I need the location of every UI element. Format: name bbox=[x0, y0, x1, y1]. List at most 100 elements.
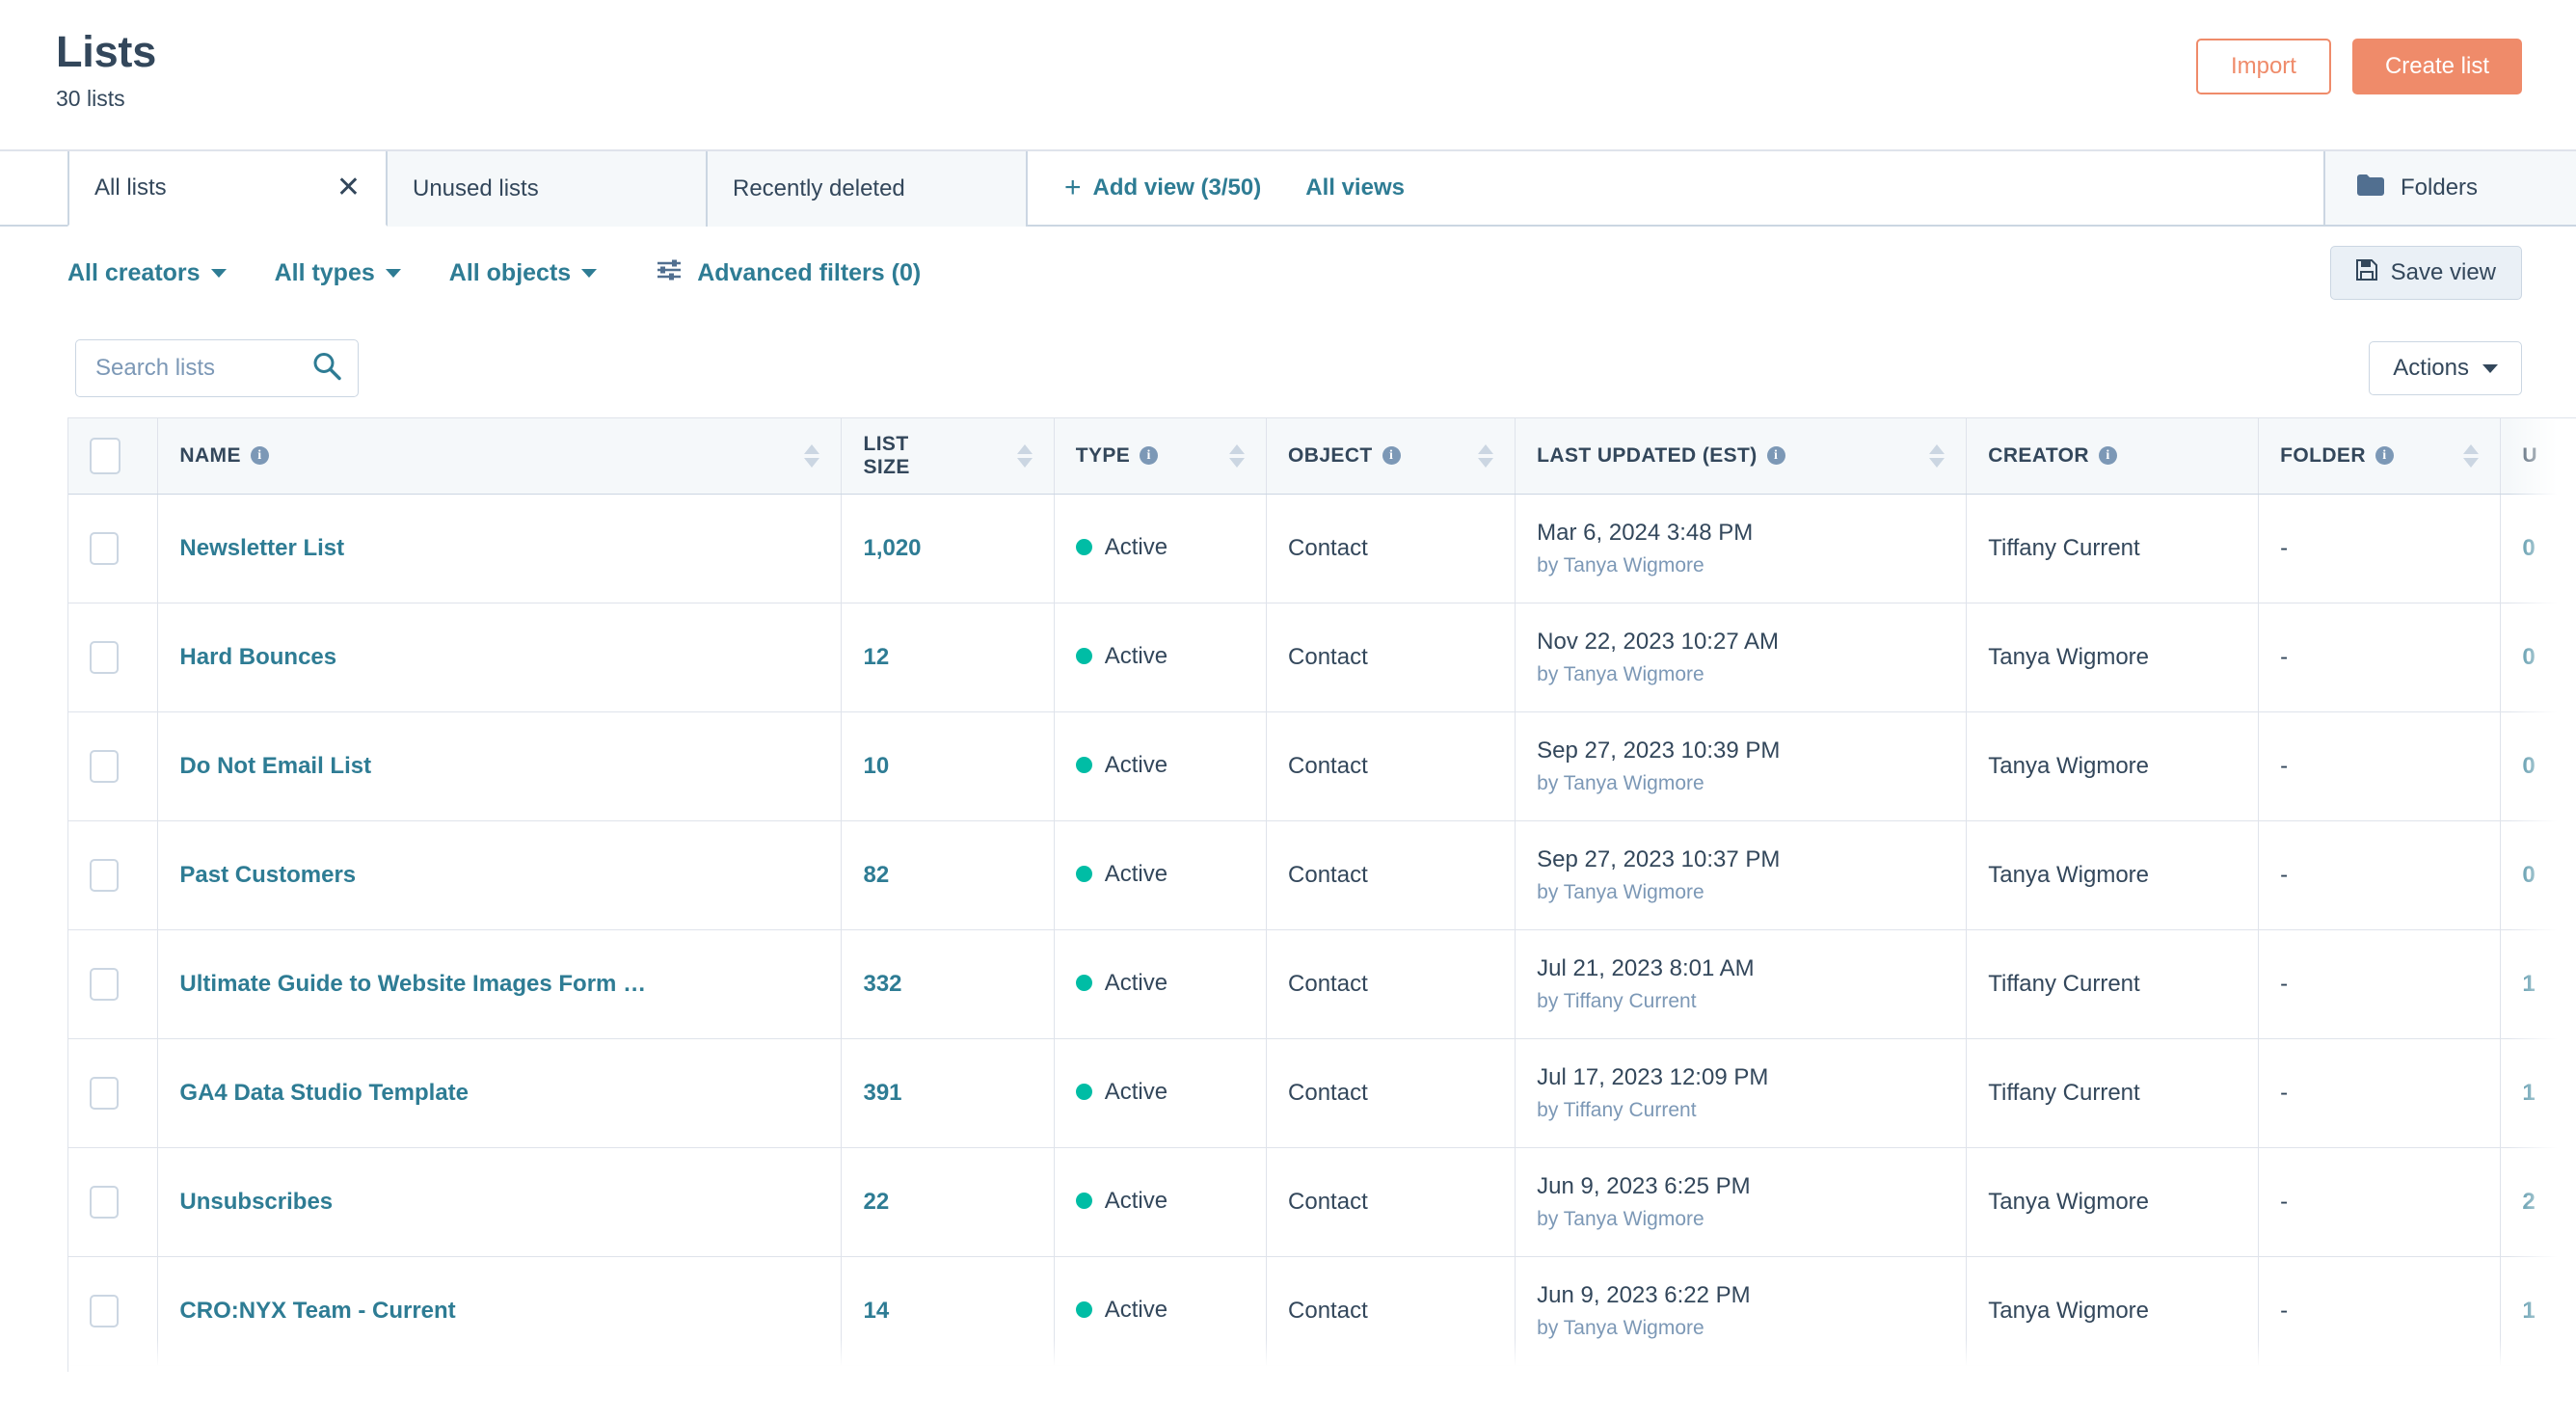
column-header-used-in[interactable]: U bbox=[2501, 418, 2576, 494]
info-icon[interactable]: i bbox=[2375, 446, 2394, 465]
row-checkbox[interactable] bbox=[90, 1295, 119, 1327]
used-in-value[interactable]: 0 bbox=[2522, 862, 2535, 888]
table-row[interactable]: Ultimate Guide to Website Images Form … … bbox=[68, 929, 2576, 1038]
list-size-link[interactable]: 1,020 bbox=[863, 535, 921, 561]
tab-unused-lists[interactable]: Unused lists bbox=[388, 151, 708, 227]
cell-object: Contact bbox=[1267, 1147, 1516, 1256]
filter-all-types[interactable]: All types bbox=[275, 259, 401, 287]
table-row[interactable]: Past Customers 82 Active Contact Sep 27,… bbox=[68, 820, 2576, 929]
cell-used-in: 2 bbox=[2501, 1147, 2576, 1256]
row-checkbox[interactable] bbox=[90, 750, 119, 783]
tab-all-lists[interactable]: All lists ✕ bbox=[67, 151, 388, 227]
cell-object: Contact bbox=[1267, 1256, 1516, 1365]
used-in-value[interactable]: 0 bbox=[2522, 535, 2535, 561]
cell-list-size: 332 bbox=[842, 929, 1054, 1038]
used-in-value[interactable]: 1 bbox=[2522, 1080, 2535, 1106]
column-header-creator[interactable]: CREATOR i bbox=[1967, 418, 2259, 494]
list-size-link[interactable]: 82 bbox=[863, 862, 889, 888]
sort-icon[interactable] bbox=[1229, 444, 1245, 468]
row-checkbox[interactable] bbox=[90, 1186, 119, 1219]
tabbar-extra-actions: + Add view (3/50) All views bbox=[1028, 151, 1441, 225]
list-name-link[interactable]: Past Customers bbox=[179, 862, 819, 889]
list-name-link[interactable]: Hard Bounces bbox=[179, 644, 819, 671]
all-views-button[interactable]: All views bbox=[1305, 174, 1405, 201]
search-input[interactable] bbox=[75, 339, 359, 397]
used-in-value[interactable]: 0 bbox=[2522, 753, 2535, 779]
row-checkbox[interactable] bbox=[90, 1077, 119, 1110]
last-updated-date: Sep 27, 2023 10:39 PM bbox=[1537, 737, 1945, 765]
used-in-value[interactable]: 1 bbox=[2522, 1298, 2535, 1324]
tab-recently-deleted[interactable]: Recently deleted bbox=[708, 151, 1028, 227]
table-row[interactable]: Unsubscribes 22 Active Contact Jun 9, 20… bbox=[68, 1147, 2576, 1256]
used-in-value[interactable]: 1 bbox=[2522, 971, 2535, 997]
list-name-link[interactable]: GA4 Data Studio Template bbox=[179, 1080, 819, 1107]
used-in-value[interactable]: 2 bbox=[2522, 1189, 2535, 1215]
row-checkbox[interactable] bbox=[90, 641, 119, 674]
row-checkbox[interactable] bbox=[90, 859, 119, 892]
cell-type: Active bbox=[1054, 494, 1266, 603]
list-name-link[interactable]: Do Not Email List bbox=[179, 753, 819, 780]
last-updated-by: by Tiffany Current bbox=[1537, 990, 1945, 1013]
list-name-link[interactable]: CRO:NYX Team - Current bbox=[179, 1298, 819, 1325]
sort-icon[interactable] bbox=[2463, 444, 2479, 468]
object-label: Contact bbox=[1288, 971, 1368, 997]
status-dot-icon bbox=[1076, 866, 1092, 882]
filter-all-creators[interactable]: All creators bbox=[67, 259, 227, 287]
list-size-link[interactable]: 14 bbox=[863, 1298, 889, 1324]
page-title: Lists bbox=[56, 29, 156, 74]
column-header-folder[interactable]: FOLDER i bbox=[2259, 418, 2501, 494]
list-name-link[interactable]: Ultimate Guide to Website Images Form … bbox=[179, 971, 819, 998]
list-size-link[interactable]: 391 bbox=[863, 1080, 901, 1106]
list-size-link[interactable]: 10 bbox=[863, 753, 889, 779]
status-label: Active bbox=[1105, 970, 1167, 997]
list-name-link[interactable]: Newsletter List bbox=[179, 535, 819, 562]
table-row[interactable]: Do Not Email List 10 Active Contact Sep … bbox=[68, 711, 2576, 820]
status-dot-icon bbox=[1076, 1084, 1092, 1100]
filter-all-objects[interactable]: All objects bbox=[449, 259, 597, 287]
select-all-checkbox[interactable] bbox=[90, 438, 121, 474]
chevron-down-icon bbox=[2482, 364, 2498, 373]
row-checkbox[interactable] bbox=[90, 532, 119, 565]
list-size-link[interactable]: 22 bbox=[863, 1189, 889, 1215]
column-header-last-updated[interactable]: LAST UPDATED (EST) i bbox=[1516, 418, 1967, 494]
lists-table-scroll[interactable]: NAME i LIST SIZE bbox=[67, 417, 2576, 1372]
cell-folder: - bbox=[2259, 1256, 2501, 1365]
sliders-icon bbox=[657, 258, 682, 288]
add-view-button[interactable]: + Add view (3/50) bbox=[1064, 174, 1261, 202]
table-row[interactable]: Hard Bounces 12 Active Contact Nov 22, 2… bbox=[68, 603, 2576, 711]
sort-icon[interactable] bbox=[1478, 444, 1493, 468]
cell-creator: Tanya Wigmore bbox=[1967, 603, 2259, 711]
column-header-name[interactable]: NAME i bbox=[158, 418, 842, 494]
list-name-link[interactable]: Unsubscribes bbox=[179, 1189, 819, 1216]
sort-icon[interactable] bbox=[1017, 444, 1033, 468]
status-badge: Active bbox=[1076, 1079, 1167, 1106]
advanced-filters-button[interactable]: Advanced filters (0) bbox=[657, 258, 921, 288]
row-checkbox[interactable] bbox=[90, 968, 119, 1001]
list-size-link[interactable]: 12 bbox=[863, 644, 889, 670]
column-header-list-size[interactable]: LIST SIZE bbox=[842, 418, 1054, 494]
table-row[interactable]: GA4 Data Studio Template 391 Active Cont… bbox=[68, 1038, 2576, 1147]
sort-icon[interactable] bbox=[804, 444, 819, 468]
close-icon[interactable]: ✕ bbox=[336, 174, 361, 202]
info-icon[interactable]: i bbox=[251, 446, 269, 465]
info-icon[interactable]: i bbox=[2099, 446, 2117, 465]
tab-all-lists-label: All lists bbox=[94, 174, 167, 201]
list-size-link[interactable]: 332 bbox=[863, 971, 901, 997]
sort-icon[interactable] bbox=[1929, 444, 1945, 468]
table-row[interactable]: CRO:NYX Team - Current 14 Active Contact… bbox=[68, 1256, 2576, 1365]
actions-button[interactable]: Actions bbox=[2369, 341, 2522, 395]
used-in-value[interactable]: 0 bbox=[2522, 644, 2535, 670]
info-icon[interactable]: i bbox=[1382, 446, 1401, 465]
table-row[interactable]: Newsletter List 1,020 Active Contact Mar… bbox=[68, 494, 2576, 603]
status-label: Active bbox=[1105, 1079, 1167, 1106]
info-icon[interactable]: i bbox=[1140, 446, 1158, 465]
cell-type: Active bbox=[1054, 711, 1266, 820]
filter-all-creators-label: All creators bbox=[67, 259, 201, 287]
import-button[interactable]: Import bbox=[2196, 39, 2331, 94]
save-view-button[interactable]: Save view bbox=[2330, 246, 2522, 300]
column-header-object[interactable]: OBJECT i bbox=[1267, 418, 1516, 494]
info-icon[interactable]: i bbox=[1767, 446, 1785, 465]
folders-button[interactable]: Folders bbox=[2323, 151, 2576, 227]
column-header-type[interactable]: TYPE i bbox=[1054, 418, 1266, 494]
create-list-button[interactable]: Create list bbox=[2352, 39, 2522, 94]
